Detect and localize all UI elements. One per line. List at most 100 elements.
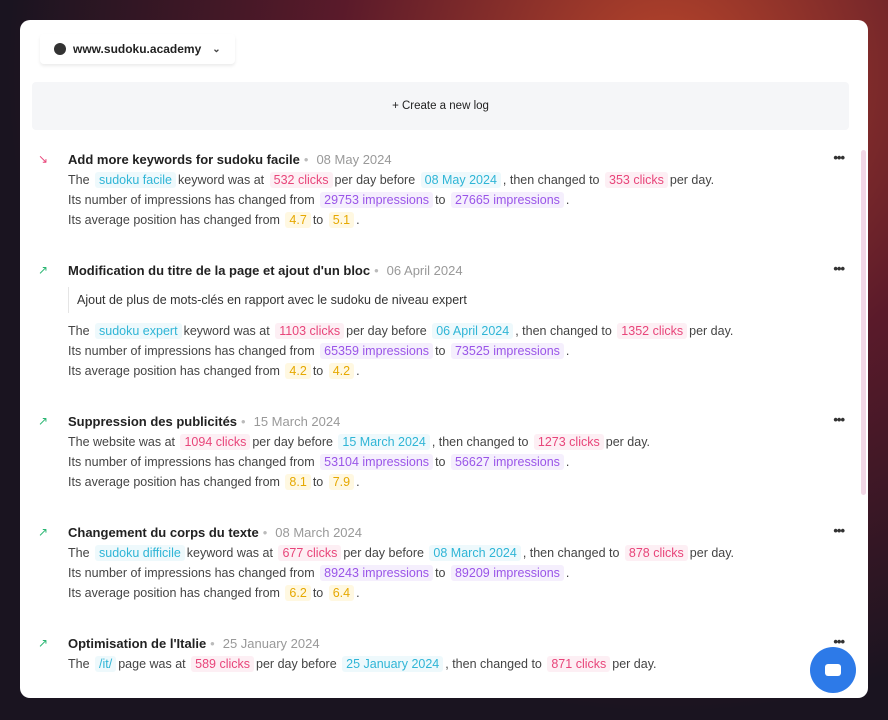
text: per day. bbox=[689, 546, 735, 560]
site-selector[interactable]: www.sudoku.academy ⌄ bbox=[40, 34, 235, 64]
impressions-tag: 29753 impressions bbox=[320, 192, 434, 208]
clicks-tag: 353 clicks bbox=[605, 172, 668, 188]
text: . bbox=[565, 193, 570, 207]
log-line: The website was at 1094 clicks per day be… bbox=[68, 432, 860, 452]
separator-dot: • bbox=[241, 414, 246, 429]
log-entry: ↗ Optimisation de l'Italie • 25 January 202… bbox=[20, 634, 860, 674]
text: per day. bbox=[689, 324, 734, 338]
log-date: 15 March 2024 bbox=[253, 414, 341, 429]
log-list: ↘ Add more keywords for sudoku facile • 08 … bbox=[20, 150, 860, 698]
text: The website was at bbox=[68, 435, 175, 449]
date-tag: 25 January 2024 bbox=[342, 656, 444, 672]
log-title: Add more keywords for sudoku facile bbox=[68, 152, 300, 167]
keyword-tag: /it/ bbox=[95, 656, 117, 672]
text: per day before bbox=[346, 324, 427, 338]
log-date: 08 May 2024 bbox=[316, 152, 392, 167]
text: , then changed to bbox=[515, 324, 612, 338]
log-line: Its average position has changed from 4.… bbox=[68, 361, 860, 381]
chat-icon bbox=[825, 664, 841, 676]
text: . bbox=[565, 566, 570, 580]
text: . bbox=[356, 586, 360, 600]
trend-down-icon: ↘ bbox=[38, 152, 49, 166]
text: , then changed to bbox=[502, 173, 600, 187]
create-log-button[interactable]: + Create a new log bbox=[32, 82, 849, 130]
text: Its number of impressions has changed fr… bbox=[68, 193, 315, 207]
text: keyword was at bbox=[186, 546, 273, 560]
more-options-button[interactable]: ••• bbox=[833, 523, 845, 538]
log-title: Modification du titre de la page et ajou… bbox=[68, 263, 371, 278]
clicks-tag: 1094 clicks bbox=[180, 434, 251, 450]
text: per day before bbox=[256, 657, 337, 671]
trend-up-icon: ↗ bbox=[38, 414, 49, 428]
log-date: 06 April 2024 bbox=[386, 263, 463, 278]
text: per day before bbox=[252, 435, 333, 449]
separator-dot: • bbox=[210, 636, 215, 651]
impressions-tag: 73525 impressions bbox=[450, 343, 564, 359]
text: Its average position has changed from bbox=[68, 475, 280, 489]
log-title-row: Add more keywords for sudoku facile • 08 M… bbox=[68, 150, 860, 170]
position-tag: 6.2 bbox=[285, 585, 311, 601]
position-tag: 7.9 bbox=[328, 474, 355, 490]
separator-dot: • bbox=[374, 263, 379, 278]
clicks-tag: 878 clicks bbox=[624, 545, 688, 561]
log-title-row: Suppression des publicités • 15 March 2024 bbox=[68, 412, 860, 432]
clicks-tag: 589 clicks bbox=[191, 656, 255, 672]
impressions-tag: 89209 impressions bbox=[450, 565, 564, 581]
trend-up-icon: ↗ bbox=[38, 263, 49, 277]
log-line: Its number of impressions has changed fr… bbox=[68, 563, 860, 583]
text: . bbox=[565, 344, 570, 358]
clicks-tag: 532 clicks bbox=[269, 172, 333, 188]
text: to bbox=[312, 364, 324, 378]
log-title-row: Optimisation de l'Italie • 25 January 2024 bbox=[68, 634, 860, 654]
log-entry: ↗ Suppression des publicités • 15 March 202… bbox=[20, 412, 860, 492]
text: per day. bbox=[605, 435, 650, 449]
text: The bbox=[68, 546, 90, 560]
text: Its number of impressions has changed fr… bbox=[68, 566, 315, 580]
text: . bbox=[356, 475, 360, 489]
scrollbar[interactable] bbox=[861, 150, 866, 495]
text: Its average position has changed from bbox=[68, 364, 280, 378]
log-line: Its average position has changed from 8.… bbox=[68, 472, 860, 492]
clicks-tag: 871 clicks bbox=[547, 656, 611, 672]
chat-button[interactable] bbox=[810, 647, 856, 693]
text: to bbox=[435, 193, 446, 207]
keyword-tag: sudoku difficile bbox=[95, 545, 185, 561]
text: Its number of impressions has changed fr… bbox=[68, 455, 315, 469]
log-line: The sudoku difficile keyword was at 677 c… bbox=[68, 543, 860, 563]
text: to bbox=[435, 455, 446, 469]
more-options-button[interactable]: ••• bbox=[833, 150, 845, 165]
text: , then changed to bbox=[431, 435, 529, 449]
impressions-tag: 53104 impressions bbox=[320, 454, 434, 470]
text: Its number of impressions has changed fr… bbox=[68, 344, 315, 358]
text: The bbox=[68, 173, 90, 187]
text: to bbox=[435, 566, 446, 580]
log-date: 08 March 2024 bbox=[275, 525, 362, 540]
trend-up-icon: ↗ bbox=[38, 636, 49, 650]
text: to bbox=[312, 586, 324, 600]
position-tag: 4.2 bbox=[285, 363, 311, 379]
text: to bbox=[312, 475, 324, 489]
log-title: Suppression des publicités bbox=[68, 414, 238, 429]
log-line: The /it/page was at 589 clicks per day be… bbox=[68, 654, 860, 674]
separator-dot: • bbox=[262, 525, 268, 540]
keyword-tag: sudoku facile bbox=[95, 172, 176, 188]
text: Its average position has changed from bbox=[68, 586, 280, 600]
more-options-button[interactable]: ••• bbox=[833, 261, 845, 276]
chevron-down-icon: ⌄ bbox=[212, 43, 221, 55]
log-line: The sudoku facile keyword was at 532 clic… bbox=[68, 170, 860, 190]
logs-panel: www.sudoku.academy ⌄ + Create a new log … bbox=[20, 20, 868, 698]
position-tag: 4.7 bbox=[285, 212, 311, 228]
trend-up-icon: ↗ bbox=[38, 525, 49, 539]
more-options-button[interactable]: ••• bbox=[833, 412, 845, 427]
position-tag: 8.1 bbox=[285, 474, 311, 490]
position-tag: 5.1 bbox=[328, 212, 355, 228]
date-tag: 08 May 2024 bbox=[420, 172, 501, 188]
text: to bbox=[312, 213, 324, 227]
log-line: Its number of impressions has changed fr… bbox=[68, 341, 860, 361]
log-date: 25 January 2024 bbox=[222, 636, 320, 651]
text: . bbox=[356, 364, 360, 378]
text: to bbox=[435, 344, 446, 358]
impressions-tag: 56627 impressions bbox=[450, 454, 564, 470]
text: per day before bbox=[343, 546, 424, 560]
position-tag: 4.2 bbox=[328, 363, 355, 379]
